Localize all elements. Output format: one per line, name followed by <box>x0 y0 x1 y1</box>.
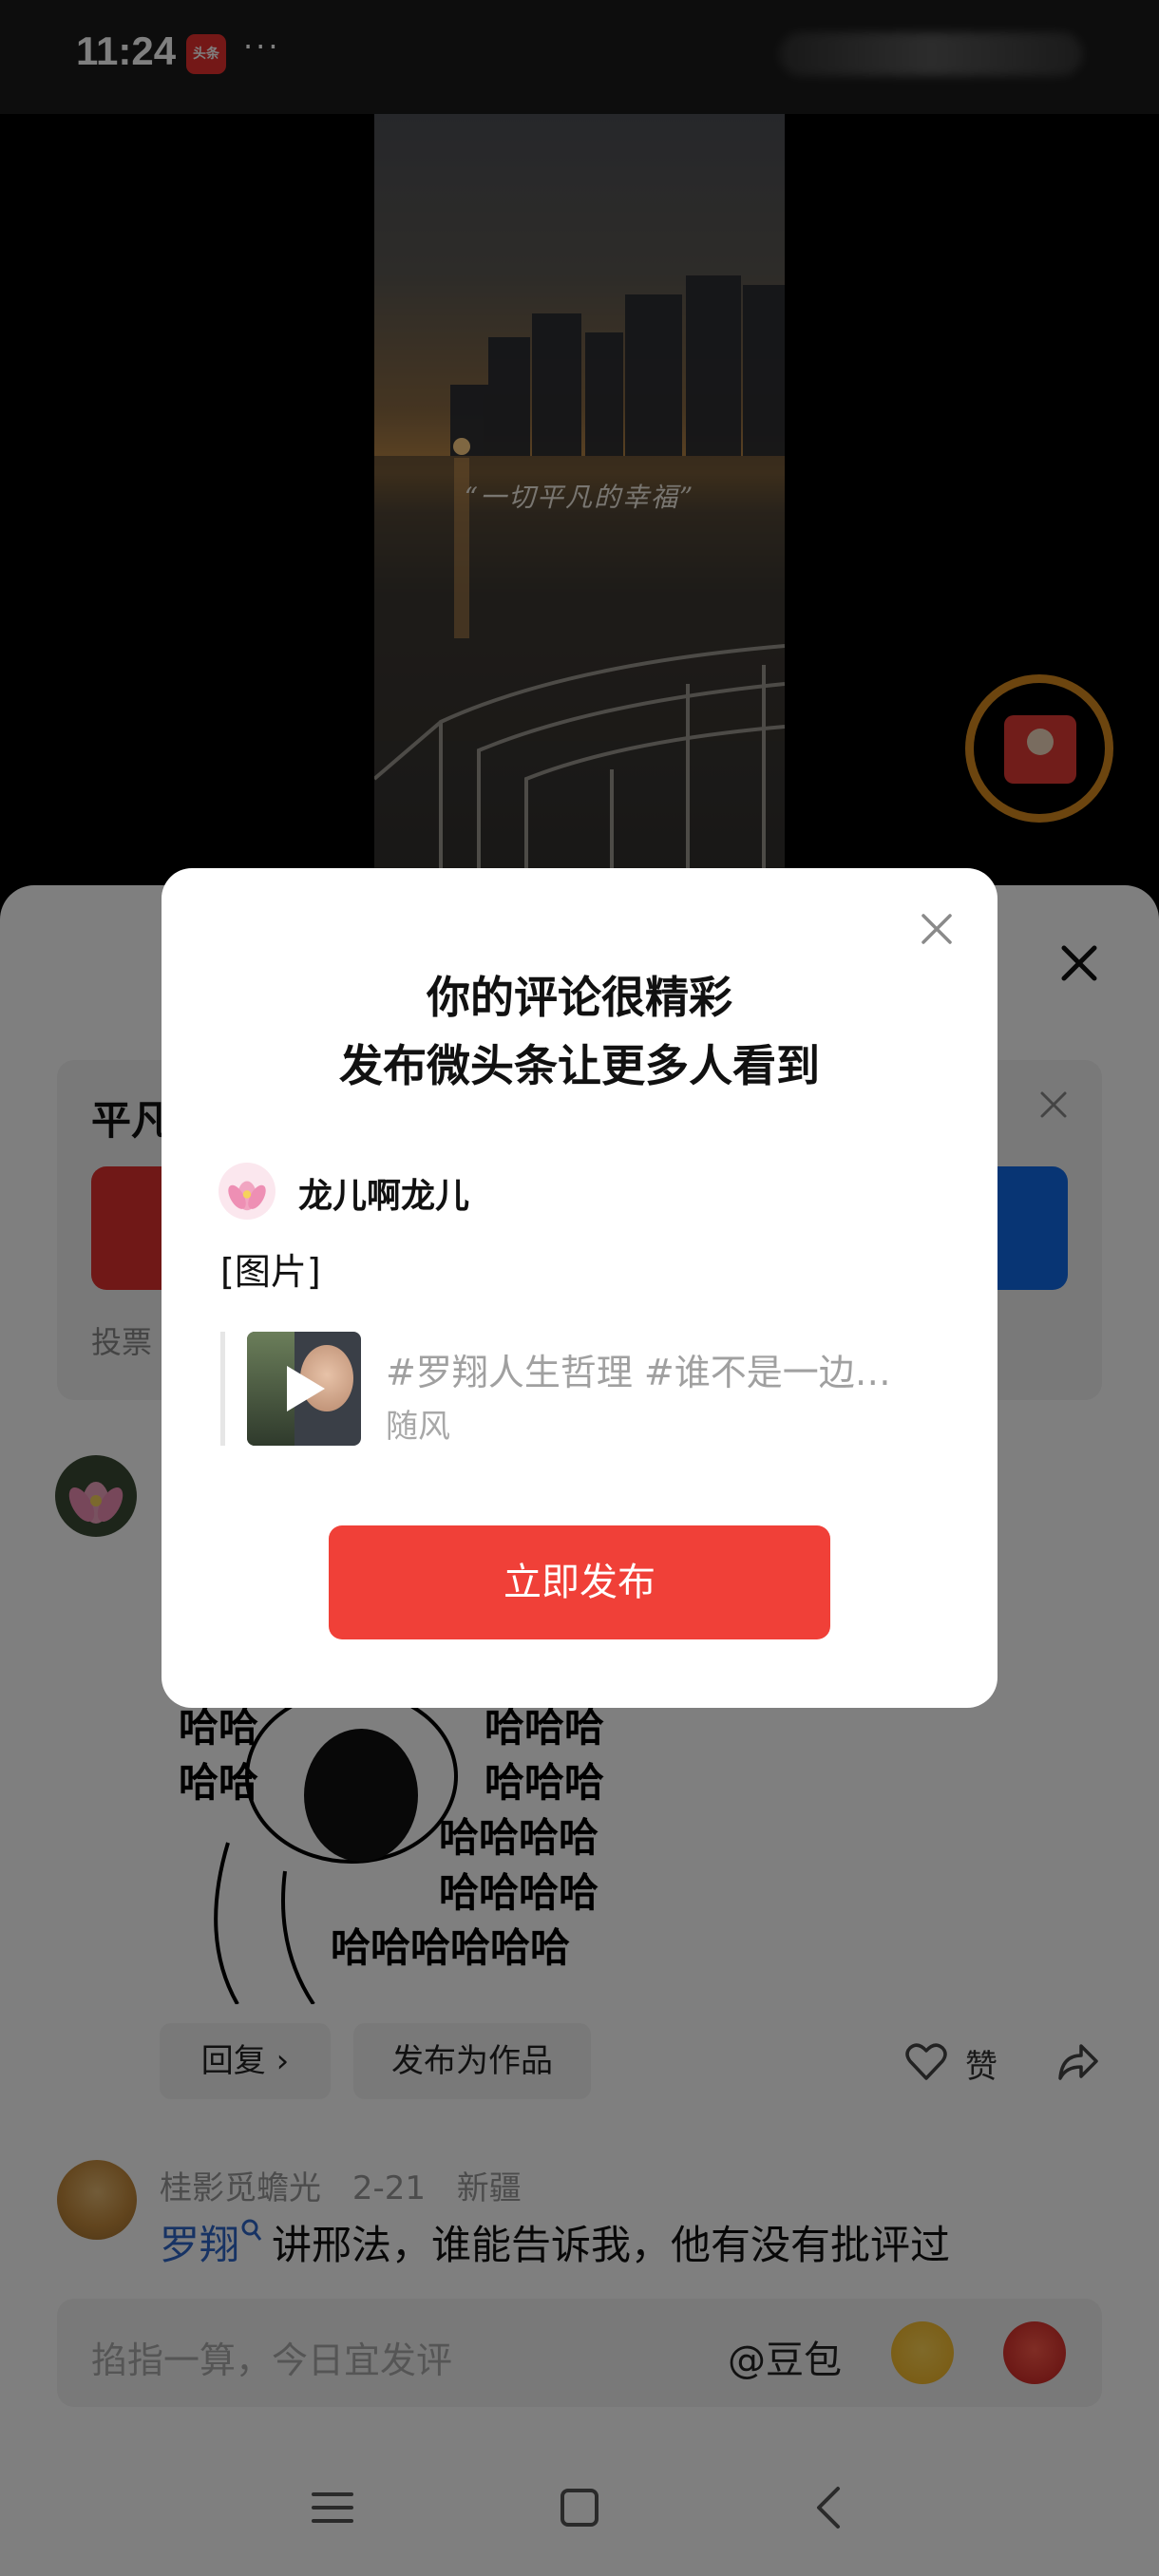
dialog-title-line1: 你的评论很精彩 <box>427 972 732 1023</box>
publish-now-button[interactable]: 立即发布 <box>329 1525 830 1639</box>
dialog-title: 你的评论很精彩 发布微头条让更多人看到 <box>162 963 998 1100</box>
dialog-title-line2: 发布微头条让更多人看到 <box>339 1040 820 1091</box>
close-icon[interactable] <box>916 908 958 950</box>
dialog-user-name: 龙儿啊龙儿 <box>298 1177 470 1216</box>
lotus-avatar-icon <box>218 1163 276 1220</box>
quoted-video-author: 随风 <box>386 1408 450 1446</box>
avatar <box>218 1163 276 1220</box>
quote-divider <box>220 1332 225 1446</box>
image-placeholder-tag: [图片] <box>220 1251 321 1293</box>
play-icon <box>287 1366 325 1411</box>
quoted-video-title: #罗翔人生哲理 #谁不是一边… <box>386 1352 891 1393</box>
publish-dialog: 你的评论很精彩 发布微头条让更多人看到 龙儿啊龙儿 [图片] #罗翔人生哲理 #… <box>162 868 998 1708</box>
video-thumbnail <box>247 1332 361 1446</box>
